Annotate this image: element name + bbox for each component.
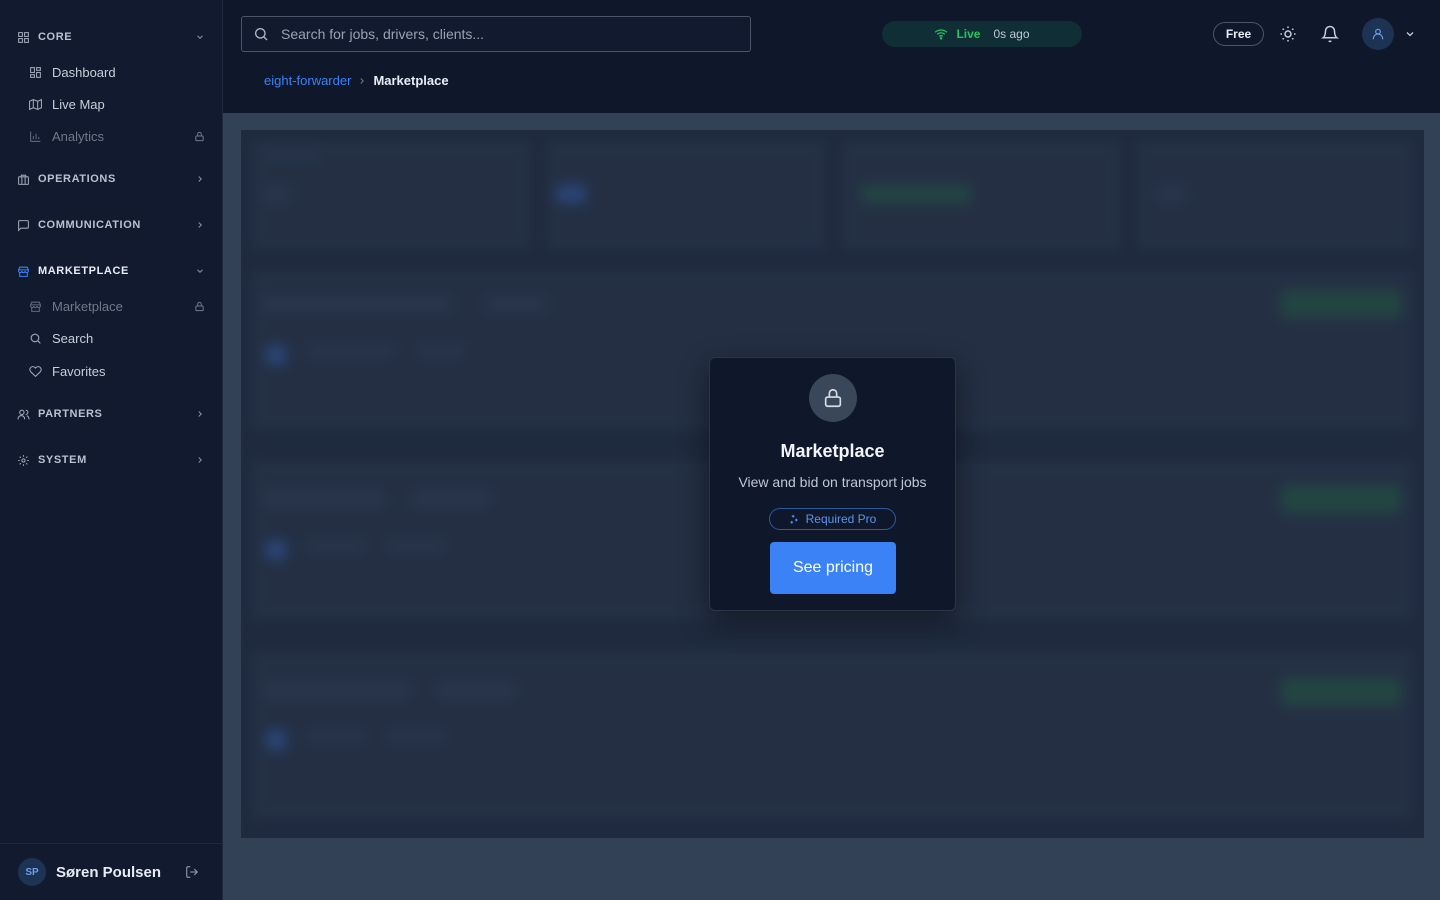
- see-pricing-button[interactable]: See pricing: [770, 542, 896, 594]
- lock-card-title: Marketplace: [780, 441, 885, 461]
- sidebar-section-partners[interactable]: PARTNERS: [0, 401, 222, 427]
- dashboard-icon: [29, 66, 42, 79]
- sparkle-icon: [789, 514, 800, 525]
- user-bar: SP Søren Poulsen: [0, 843, 222, 900]
- user-icon: [1371, 27, 1385, 41]
- bar-chart-icon: [29, 130, 42, 143]
- sidebar-item-dashboard[interactable]: Dashboard: [0, 58, 222, 86]
- sidebar-item-search[interactable]: Search: [0, 324, 222, 352]
- live-label: Live: [956, 27, 981, 41]
- breadcrumb-current: Marketplace: [373, 73, 449, 88]
- store-icon: [29, 300, 42, 313]
- sidebar-item-marketplace[interactable]: Marketplace: [0, 292, 222, 320]
- sidebar-item-label: Analytics: [52, 128, 105, 144]
- user-menu-button[interactable]: [1362, 18, 1394, 50]
- sidebar-section-label: COMMUNICATION: [38, 219, 141, 231]
- store-icon: [17, 265, 30, 278]
- lock-card-description: View and bid on transport jobs: [738, 474, 927, 490]
- sidebar: CORE Dashboard Live Map Analytics OPERAT…: [0, 0, 223, 900]
- sidebar-section-label: SYSTEM: [38, 454, 87, 466]
- sidebar-section-label: OPERATIONS: [38, 173, 116, 185]
- required-plan-badge: Required Pro: [769, 508, 896, 530]
- avatar[interactable]: SP: [18, 858, 46, 886]
- wifi-icon: [934, 27, 948, 41]
- global-search[interactable]: [241, 16, 751, 52]
- sidebar-section-operations[interactable]: OPERATIONS: [0, 166, 222, 192]
- lock-badge: [809, 374, 857, 422]
- breadcrumb: eight-forwarder Marketplace: [264, 73, 449, 88]
- lock-icon: [194, 301, 205, 312]
- top-header: Live 0s ago Free eight-forwarder Marketp…: [223, 0, 1440, 113]
- sidebar-section-label: PARTNERS: [38, 408, 103, 420]
- sidebar-section-communication[interactable]: COMMUNICATION: [0, 212, 222, 238]
- sidebar-item-live-map[interactable]: Live Map: [0, 90, 222, 118]
- grid-icon: [17, 31, 30, 44]
- upgrade-lock-card: Marketplace View and bid on transport jo…: [709, 357, 956, 611]
- sidebar-section-label: CORE: [38, 31, 73, 43]
- user-name: Søren Poulsen: [56, 863, 162, 881]
- chevron-right-icon: [195, 174, 205, 184]
- chevron-down-icon: [195, 32, 205, 42]
- bell-icon[interactable]: [1321, 25, 1339, 43]
- heart-icon: [29, 365, 42, 378]
- sidebar-item-label: Live Map: [52, 96, 105, 112]
- users-icon: [17, 408, 30, 421]
- sun-icon[interactable]: [1279, 25, 1297, 43]
- sidebar-item-label: Dashboard: [52, 64, 116, 80]
- plan-badge[interactable]: Free: [1213, 22, 1264, 46]
- sidebar-section-system[interactable]: SYSTEM: [0, 447, 222, 473]
- chevron-down-icon[interactable]: [1404, 28, 1416, 40]
- search-input[interactable]: [281, 26, 731, 42]
- message-icon: [17, 219, 30, 232]
- chevron-down-icon: [195, 266, 205, 276]
- sidebar-section-marketplace[interactable]: MARKETPLACE: [0, 258, 222, 284]
- sidebar-section-core[interactable]: CORE: [0, 24, 222, 50]
- warehouse-icon: [17, 173, 30, 186]
- map-icon: [29, 98, 42, 111]
- chevron-right-icon: [195, 220, 205, 230]
- sidebar-item-label: Favorites: [52, 363, 106, 379]
- sidebar-section-label: MARKETPLACE: [38, 265, 129, 277]
- lock-icon: [194, 131, 205, 142]
- sidebar-item-favorites[interactable]: Favorites: [0, 357, 222, 385]
- logout-icon[interactable]: [185, 865, 199, 879]
- lock-icon: [822, 387, 844, 409]
- chevron-right-icon: [195, 409, 205, 419]
- required-plan-label: Required Pro: [805, 512, 877, 526]
- last-updated: 0s ago: [993, 27, 1030, 41]
- sidebar-item-label: Search: [52, 330, 94, 346]
- gear-icon: [17, 454, 30, 467]
- chevron-right-icon: [357, 76, 367, 86]
- search-icon: [253, 26, 269, 42]
- search-icon: [29, 332, 42, 345]
- sidebar-item-label: Marketplace: [52, 298, 123, 314]
- breadcrumb-root[interactable]: eight-forwarder: [264, 73, 351, 88]
- chevron-right-icon: [195, 455, 205, 465]
- sidebar-item-analytics[interactable]: Analytics: [0, 122, 222, 150]
- live-status: Live 0s ago: [882, 21, 1082, 47]
